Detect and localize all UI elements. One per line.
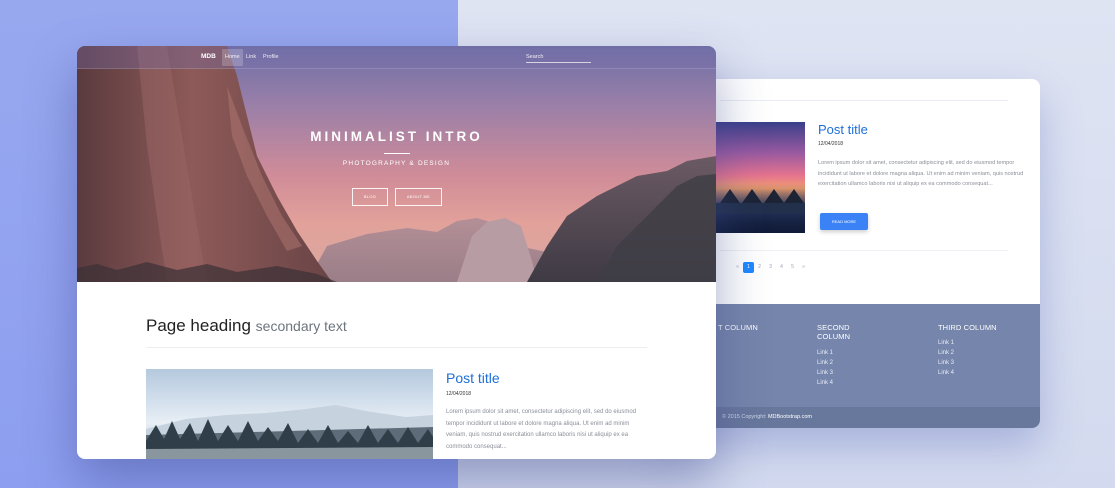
divider — [720, 250, 1008, 251]
footer-link[interactable]: Link 3 — [817, 368, 877, 378]
footer-link[interactable]: Link 4 — [817, 378, 877, 388]
deck — [716, 203, 805, 213]
hut-shape — [764, 189, 784, 203]
post-excerpt: Lorem ipsum dolor sit amet, consectetur … — [818, 160, 1024, 187]
pagination-page-3[interactable]: 3 — [765, 262, 776, 273]
post-title[interactable]: Post title — [446, 370, 500, 386]
pagination-page-2[interactable]: 2 — [754, 262, 765, 273]
footer-link[interactable]: Link 2 — [938, 348, 1018, 358]
footer-link[interactable]: Link 1 — [938, 338, 1018, 348]
page-heading-secondary: secondary text — [255, 318, 347, 334]
hero-section: MDB Home Link Profile MINIMALIST INTRO P… — [77, 46, 716, 282]
post-date: 12/04/2018 — [446, 391, 472, 397]
hero-title: MINIMALIST INTRO — [310, 129, 483, 144]
divider — [720, 100, 1008, 101]
post-excerpt: Lorem ipsum dolor sit amet, consectetur … — [446, 409, 637, 450]
post-thumbnail-image[interactable] — [146, 369, 433, 459]
footer-column-heading: THIRD COLUMN — [938, 323, 997, 332]
blog-button[interactable]: BLOG — [352, 188, 388, 206]
footer-link[interactable]: Link 4 — [938, 368, 1018, 378]
pagination: « 1 2 3 4 5 » — [732, 262, 809, 273]
footer-link[interactable]: Link 1 — [817, 348, 877, 358]
pagination-page-4[interactable]: 4 — [776, 262, 787, 273]
read-more-button[interactable]: READ MORE — [820, 213, 868, 230]
post-date: 12/04/2018 — [818, 141, 844, 147]
divider — [146, 347, 647, 348]
pagination-page-5[interactable]: 5 — [787, 262, 798, 273]
hero-subtitle: PHOTOGRAPHY & DESIGN — [342, 160, 451, 167]
post-thumbnail-image[interactable] — [716, 122, 805, 233]
snowy-forest-image — [146, 405, 433, 459]
hut-shape — [720, 189, 740, 203]
nav-item-link[interactable]: Link — [243, 49, 259, 66]
footer-link[interactable]: Link 3 — [938, 358, 1018, 368]
copyright-link[interactable]: MDBootstrap.com — [768, 414, 812, 420]
footer-column-first: T COLUMN — [718, 323, 778, 332]
hero-divider — [384, 153, 410, 154]
pagination-prev[interactable]: « — [732, 262, 743, 273]
footer-link[interactable]: Link 2 — [817, 358, 877, 368]
front-window: MDB Home Link Profile MINIMALIST INTRO P… — [77, 46, 716, 459]
search-input[interactable] — [526, 52, 591, 63]
hut-shape — [742, 189, 762, 203]
hut-shape — [784, 189, 804, 203]
pagination-page-1[interactable]: 1 — [743, 262, 754, 273]
post-title[interactable]: Post title — [818, 122, 868, 137]
footer-column-third: THIRD COLUMN Link 1 Link 2 Link 3 Link 4 — [938, 323, 1018, 378]
nav-item-profile[interactable]: Profile — [260, 49, 282, 66]
footer-column-second: SECOND COLUMN Link 1 Link 2 Link 3 Link … — [817, 323, 877, 388]
pagination-next[interactable]: » — [798, 262, 809, 273]
navbar: MDB Home Link Profile — [77, 46, 716, 69]
brand-logo[interactable]: MDB — [201, 53, 216, 60]
about-me-button[interactable]: ABOUT ME — [395, 188, 442, 206]
footer-column-heading: T COLUMN — [718, 323, 758, 332]
page-heading: Page heading secondary text — [146, 316, 347, 336]
nav-item-home[interactable]: Home — [222, 49, 243, 66]
footer-column-heading: SECOND COLUMN — [817, 323, 851, 341]
copyright-text: © 2015 Copyright: — [722, 414, 767, 420]
page-heading-main: Page heading — [146, 316, 251, 335]
